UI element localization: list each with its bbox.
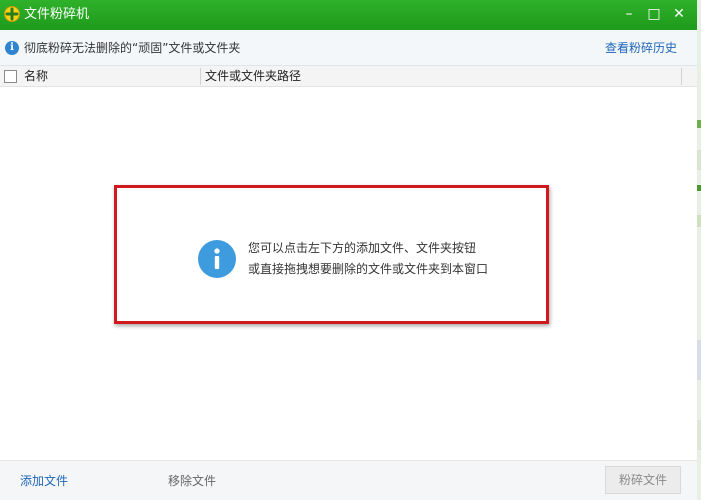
empty-state-hint-line2: 或直接拖拽想要删除的文件或文件夹到本窗口	[248, 262, 489, 276]
app-logo-icon	[4, 6, 20, 22]
window-title: 文件粉碎机	[24, 7, 90, 22]
maximize-button[interactable]: □	[643, 4, 665, 24]
empty-state-hint-line1: 您可以点击左下方的添加文件、文件夹按钮	[248, 241, 477, 255]
info-description: 彻底粉碎无法删除的“顽固”文件或文件夹	[24, 41, 241, 55]
info-icon: i	[5, 41, 19, 55]
column-header-path[interactable]: 文件或文件夹路径	[205, 69, 301, 84]
shred-file-button[interactable]: 粉碎文件	[605, 466, 681, 494]
select-all-checkbox[interactable]	[4, 70, 17, 83]
empty-state-info-icon	[198, 240, 236, 278]
file-shredder-window: 文件粉碎机 – □ ✕ i 彻底粉碎无法删除的“顽固”文件或文件夹 查看粉碎历史…	[0, 0, 697, 500]
background-strip	[697, 0, 701, 500]
column-header-name[interactable]: 名称	[24, 69, 48, 84]
remove-file-button[interactable]: 移除文件	[168, 474, 216, 488]
bottom-toolbar: 添加文件 移除文件 粉碎文件	[0, 460, 697, 500]
column-divider[interactable]	[681, 68, 682, 85]
add-file-button[interactable]: 添加文件	[20, 474, 68, 488]
view-shred-history-link[interactable]: 查看粉碎历史	[605, 41, 677, 55]
file-table-header: 名称 文件或文件夹路径	[0, 66, 697, 87]
info-bar: i 彻底粉碎无法删除的“顽固”文件或文件夹 查看粉碎历史	[0, 30, 697, 66]
title-bar[interactable]: 文件粉碎机 – □ ✕	[0, 0, 697, 30]
close-button[interactable]: ✕	[668, 4, 690, 24]
minimize-button[interactable]: –	[618, 4, 640, 24]
column-divider[interactable]	[200, 68, 201, 85]
